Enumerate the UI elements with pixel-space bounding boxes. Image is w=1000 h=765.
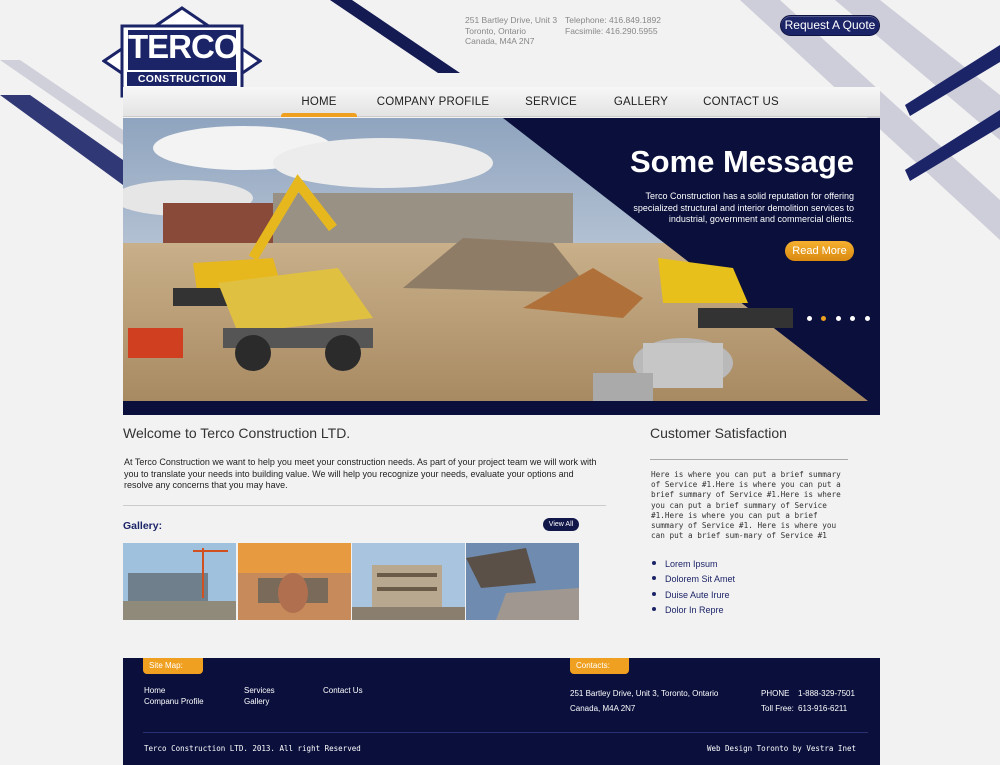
- logo-name: TERCO: [128, 28, 240, 65]
- header-address-line: 251 Bartley Drive, Unit 3: [465, 15, 558, 25]
- footer-phone: 1-888-329-7501: [798, 689, 855, 698]
- footer-address-line: Canada, M4A 2N7: [570, 704, 636, 713]
- gallery-thumb-4[interactable]: [466, 543, 579, 620]
- slider-dot[interactable]: [850, 316, 856, 321]
- footer-contacts-tab: Contacts:: [570, 658, 629, 674]
- customer-satisfaction-text: Here is where you can put a brief summar…: [651, 470, 841, 541]
- gallery-thumb-1[interactable]: [123, 543, 236, 620]
- slider-dots: [807, 316, 875, 322]
- footer-tollfree-label: Toll Free:: [761, 704, 794, 713]
- view-all-button[interactable]: View All: [543, 518, 579, 531]
- list-item[interactable]: Duise Aute Irure: [652, 589, 735, 604]
- customer-satisfaction-title: Customer Satisfaction: [650, 425, 787, 441]
- nav-contact-us[interactable]: CONTACT US: [697, 87, 785, 117]
- list-item[interactable]: Dolor In Repre: [652, 604, 735, 619]
- footer-link-contact-us[interactable]: Contact Us: [323, 686, 363, 695]
- header-address-line: Toronto, Ontario: [465, 25, 526, 36]
- satisfaction-list: Lorem Ipsum Dolorem Sit Amet Duise Aute …: [652, 558, 735, 619]
- request-quote-button[interactable]: Request A Quote: [780, 15, 880, 36]
- gallery-thumbnails: [123, 543, 579, 620]
- footer-sitemap-tab: Site Map:: [143, 658, 203, 674]
- header-telephone: Telephone: 416.849.1892: [565, 15, 661, 25]
- gallery-thumb-2[interactable]: [238, 543, 351, 620]
- footer-copyright: Terco Construction LTD. 2013. All right …: [144, 744, 361, 753]
- footer-credit[interactable]: Web Design Toronto by Vestra Inet: [707, 744, 856, 753]
- slider-dot-active[interactable]: [821, 316, 827, 321]
- divider: [650, 459, 848, 460]
- header-address: 251 Bartley Drive, Unit 3 Toronto, Ontar…: [465, 15, 557, 47]
- footer-link-gallery[interactable]: Gallery: [244, 697, 269, 706]
- header-address-line: Canada, M4A 2N7: [465, 36, 535, 46]
- footer-link-home[interactable]: Home: [144, 686, 165, 695]
- footer-address-line: 251 Bartley Drive, Unit 3, Toronto, Onta…: [570, 689, 719, 698]
- welcome-text: At Terco Construction we want to help yo…: [124, 457, 597, 490]
- gallery-label: Gallery:: [123, 520, 163, 532]
- list-item[interactable]: Lorem Ipsum: [652, 558, 735, 573]
- slider-dot[interactable]: [835, 316, 841, 321]
- list-item[interactable]: Dolorem Sit Amet: [652, 573, 735, 588]
- welcome-title: Welcome to Terco Construction LTD.: [123, 425, 351, 441]
- main-nav: HOME COMPANY PROFILE SERVICE GALLERY CON…: [123, 87, 880, 117]
- footer-phone-label: PHONE: [761, 689, 790, 698]
- hero-title: Some Message: [630, 144, 854, 179]
- hero-text: Terco Construction has a solid reputatio…: [633, 191, 854, 224]
- footer-divider: [143, 732, 868, 733]
- nav-gallery[interactable]: GALLERY: [603, 87, 679, 117]
- nav-service[interactable]: SERVICE: [493, 87, 609, 117]
- hero-bottom-bar: [123, 401, 880, 415]
- nav-home[interactable]: HOME: [281, 87, 357, 117]
- slider-dot[interactable]: [807, 316, 812, 321]
- divider: [123, 505, 606, 506]
- read-more-button[interactable]: Read More: [785, 241, 854, 261]
- footer-link-services[interactable]: Services: [244, 686, 275, 695]
- header-facsimile: Facsimile: 416.290.5955: [565, 25, 658, 36]
- nav-company-profile[interactable]: COMPANY PROFILE: [375, 87, 491, 117]
- footer: Site Map: Contacts: Home Companu Profile…: [123, 658, 880, 765]
- slider-dot[interactable]: [864, 316, 870, 321]
- hero-slider: Some Message Terco Construction has a so…: [123, 118, 880, 415]
- gallery-thumb-3[interactable]: [352, 543, 465, 620]
- header-phones: Telephone: 416.849.1892 Facsimile: 416.2…: [565, 15, 661, 36]
- footer-tollfree: 613-916-6211: [798, 704, 848, 713]
- footer-link-company-profile[interactable]: Companu Profile: [144, 697, 204, 706]
